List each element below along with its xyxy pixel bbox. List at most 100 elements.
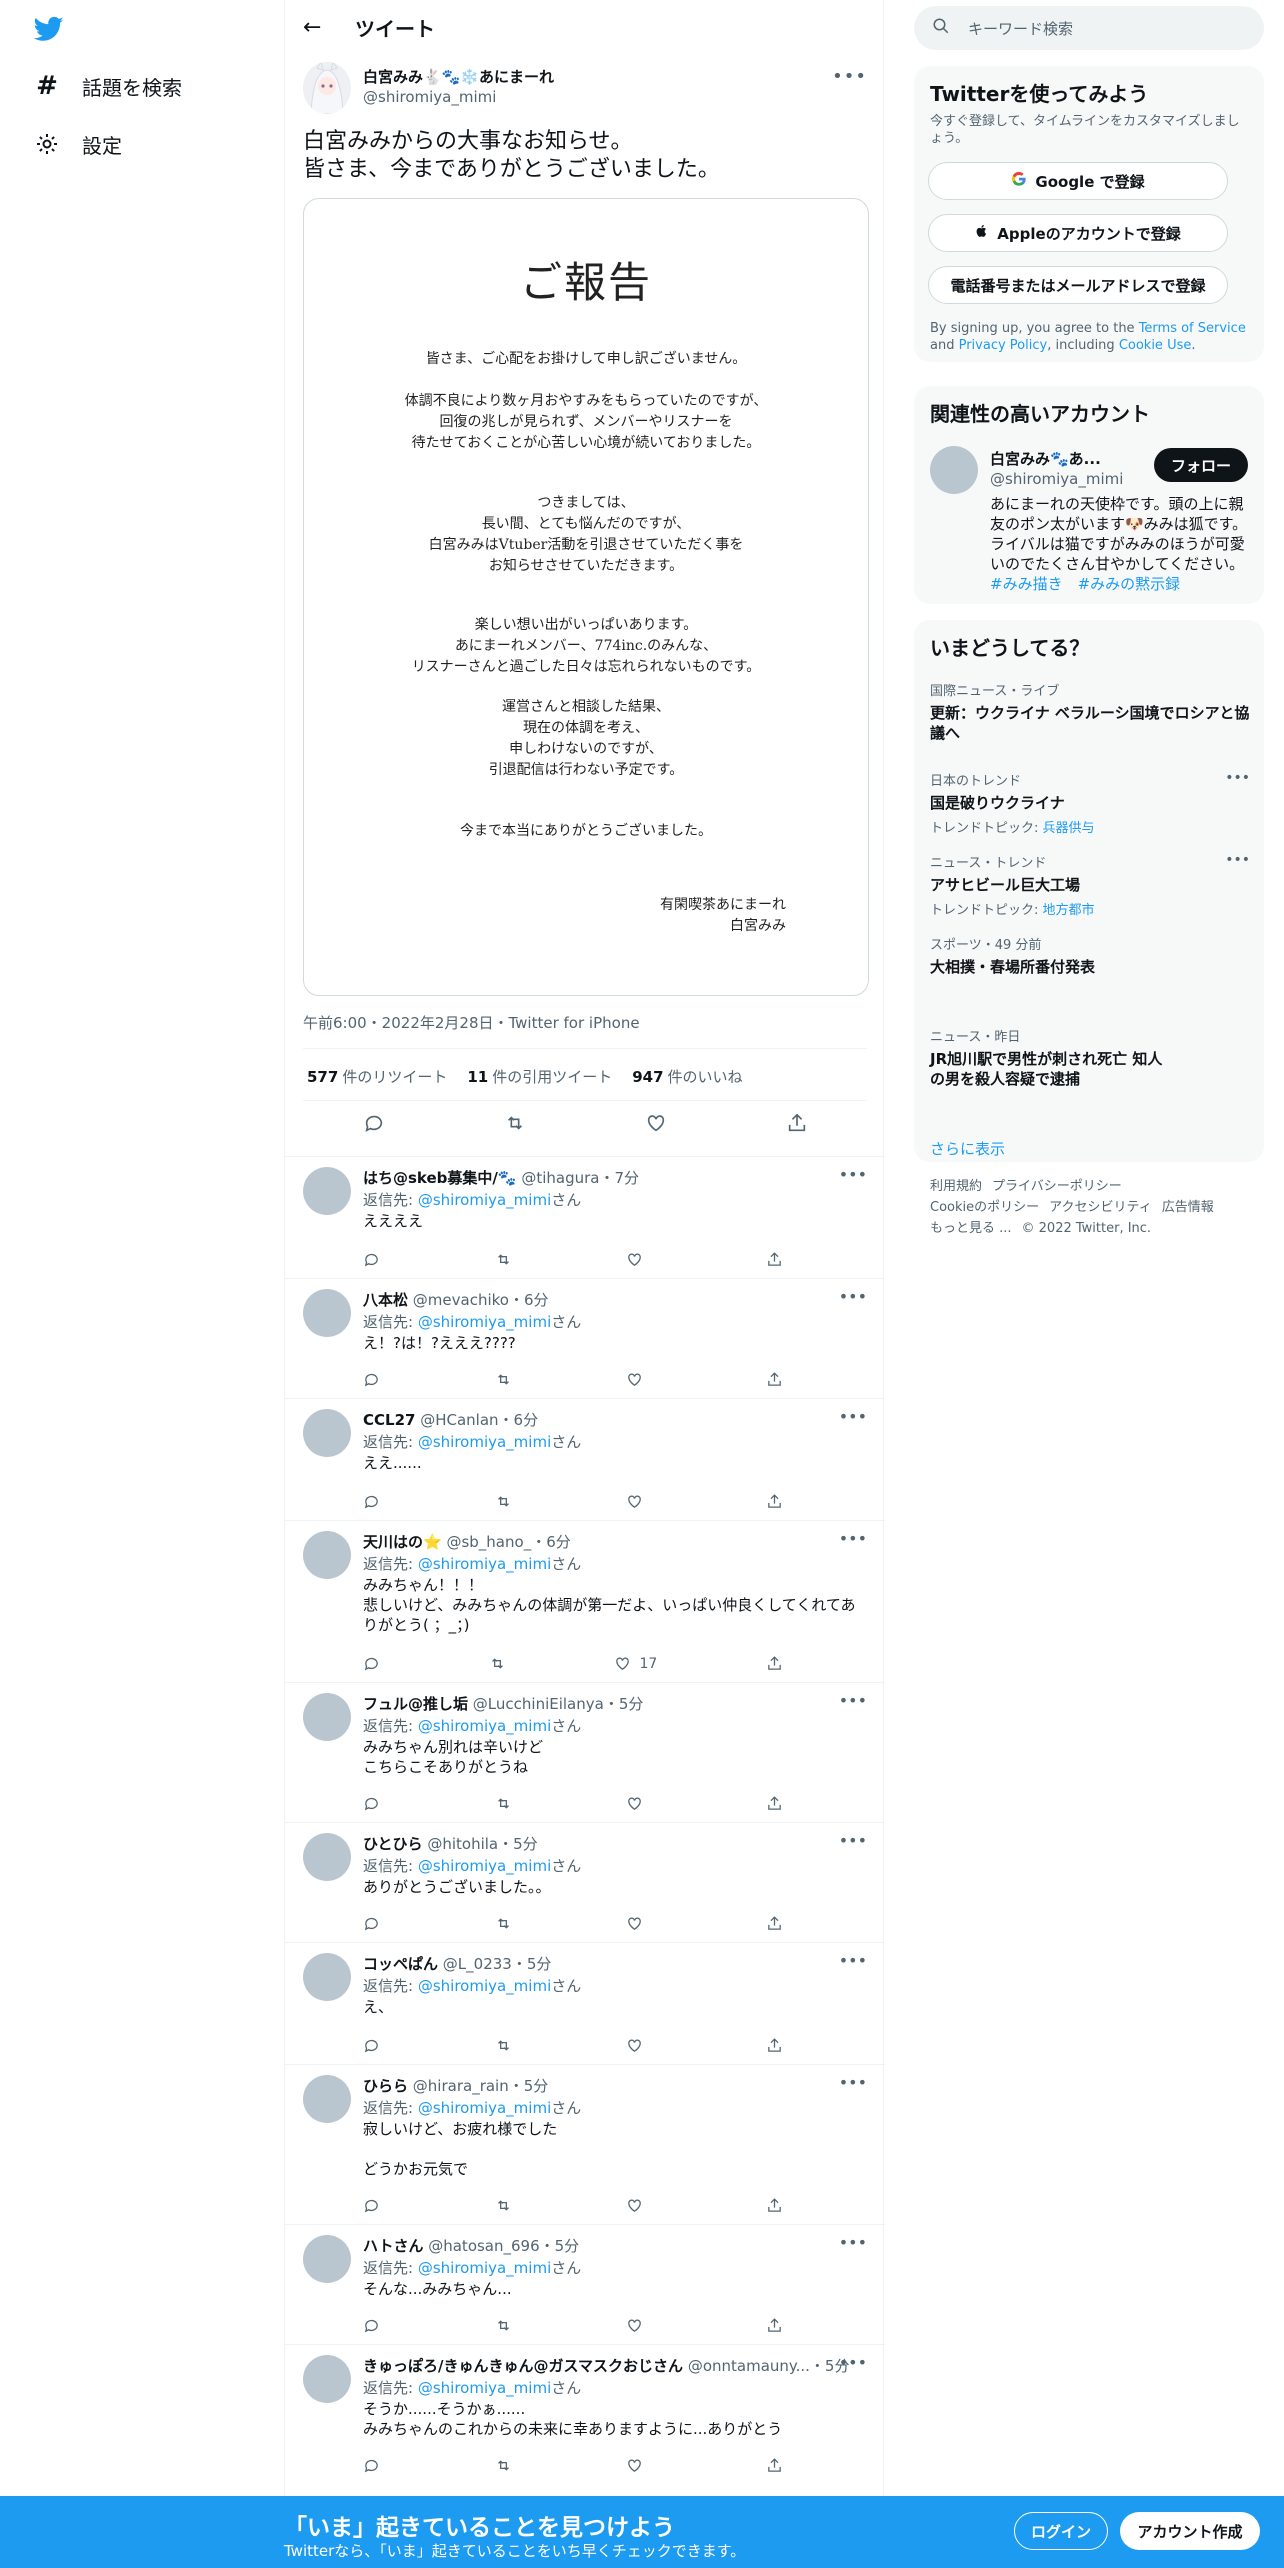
like-icon[interactable] [626, 1493, 651, 1510]
avatar[interactable] [930, 446, 978, 494]
like-icon[interactable]: 17 [614, 1655, 657, 1672]
footer-link[interactable]: 利用規約 [930, 1179, 982, 1194]
reply-tweet[interactable]: ひらら @hirara_rain・5分 ••• 返信先: @shiromiya_mi… [285, 2064, 885, 2224]
more-icon[interactable]: ••• [839, 2073, 867, 2092]
reply-author-name[interactable]: きゅっぽろ/きゅんきゅん@ガスマスクおじさん [363, 2357, 683, 2375]
more-icon[interactable]: ••• [839, 2353, 867, 2372]
share-icon[interactable] [766, 2317, 783, 2334]
reply-to-link[interactable]: @shiromiya_mimi [418, 2379, 551, 2397]
reply-icon[interactable] [363, 2197, 380, 2214]
reply-author-handle[interactable]: @hirara_rain・5分 [413, 2077, 548, 2095]
reply-icon[interactable] [363, 2037, 380, 2054]
more-icon[interactable]: ••• [1225, 770, 1250, 786]
reply-to-link[interactable]: @shiromiya_mimi [418, 2259, 551, 2277]
phone-email-signup-button[interactable]: 電話番号またはメールアドレスで登録 [928, 266, 1228, 304]
reply-to-link[interactable]: @shiromiya_mimi [418, 1717, 551, 1735]
reply-to-link[interactable]: @shiromiya_mimi [418, 2099, 551, 2117]
reply-tweet[interactable]: ハトさん @hatosan_696・5分 ••• 返信先: @shiromiya_m… [285, 2224, 885, 2344]
reply-author-handle[interactable]: @hatosan_696・5分 [428, 2237, 579, 2255]
trend-item[interactable]: 国際ニュース・ライブ 更新：ウクライナ ベラルーシ国境でロシアと協議へ [930, 680, 1250, 743]
reply-tweet[interactable]: コッペぱん @L_0233・5分 ••• 返信先: @shiromiya_mimiさ… [285, 1942, 885, 2064]
retweet-icon[interactable] [489, 1655, 506, 1672]
retweet-count[interactable]: 577 件のリツイート [307, 1066, 447, 1087]
like-icon[interactable] [626, 2197, 651, 2214]
share-icon[interactable] [786, 1112, 808, 1134]
avatar[interactable] [303, 1693, 351, 1741]
more-icon[interactable]: ••• [839, 1165, 867, 1184]
reply-to-link[interactable]: @shiromiya_mimi [418, 1977, 551, 1995]
avatar[interactable] [303, 2235, 351, 2283]
reply-icon[interactable] [363, 1371, 380, 1388]
reply-author-name[interactable]: フュル@推し垢 [363, 1695, 468, 1713]
reply-tweet[interactable]: きゅっぽろ/きゅんきゅん@ガスマスクおじさん @onntamauny...・5分… [285, 2344, 885, 2484]
reply-author-name[interactable]: はち@skeb募集中/🐾 [363, 1169, 517, 1187]
reply-author-handle[interactable]: @tihagura・7分 [521, 1169, 639, 1187]
back-arrow-icon[interactable]: ← [303, 15, 339, 40]
reply-tweet[interactable]: 八本松 @mevachiko・6分 ••• 返信先: @shiromiya_mimi… [285, 1278, 885, 1398]
reply-author-handle[interactable]: @L_0233・5分 [443, 1955, 552, 1973]
more-icon[interactable]: ••• [839, 1407, 867, 1426]
share-icon[interactable] [766, 1655, 783, 1672]
reply-tweet[interactable]: CCL27 @HCanlan・6分 ••• 返信先: @shiromiya_mimi… [285, 1398, 885, 1520]
reply-author-handle[interactable]: @mevachiko・6分 [413, 1291, 549, 1309]
avatar[interactable] [303, 2075, 351, 2123]
twitter-logo-icon[interactable] [32, 14, 66, 44]
avatar[interactable] [303, 1833, 351, 1881]
reply-author-name[interactable]: ひらら [363, 2077, 408, 2095]
reply-tweet[interactable]: 天川はの⭐ @sb_hano_・6分 ••• 返信先: @shiromiya_mim… [285, 1520, 885, 1682]
cookie-link[interactable]: Cookie Use [1119, 338, 1192, 353]
like-icon[interactable] [626, 1795, 651, 1812]
more-icon[interactable]: ••• [832, 66, 867, 87]
trend-item[interactable]: スポーツ・49 分前 大相撲・春場所番付発表 [930, 934, 1250, 977]
share-icon[interactable] [766, 1493, 783, 1510]
nav-explore[interactable]: # 話題を検索 [34, 64, 182, 108]
reply-icon[interactable] [363, 1915, 380, 1932]
share-icon[interactable] [766, 1915, 783, 1932]
avatar[interactable] [303, 2355, 351, 2403]
more-icon[interactable]: ••• [839, 1529, 867, 1548]
share-icon[interactable] [766, 2037, 783, 2054]
reply-icon[interactable] [363, 1251, 380, 1268]
retweet-icon[interactable] [504, 1112, 526, 1134]
like-icon[interactable] [626, 1915, 651, 1932]
footer-link[interactable]: Cookieのポリシー [930, 1200, 1039, 1215]
reply-icon[interactable] [363, 2457, 380, 2474]
reply-author-handle[interactable]: @sb_hano_・6分 [446, 1533, 570, 1551]
google-signup-button[interactable]: Google で登録 [928, 162, 1228, 200]
like-icon[interactable] [626, 1371, 651, 1388]
author-handle[interactable]: @shiromiya_mimi [363, 88, 496, 106]
share-icon[interactable] [766, 1795, 783, 1812]
more-icon[interactable]: ••• [839, 2233, 867, 2252]
trend-item[interactable]: 日本のトレンド 国是破りウクライナ トレンドトピック: 兵器供与 ••• [930, 770, 1250, 836]
avatar[interactable] [303, 1289, 351, 1337]
more-icon[interactable]: ••• [839, 1831, 867, 1850]
like-icon[interactable] [645, 1112, 667, 1134]
reply-author-handle[interactable]: @onntamauny...・5分 [688, 2357, 850, 2375]
like-icon[interactable] [626, 1251, 651, 1268]
footer-link[interactable]: アクセシビリティ [1049, 1200, 1152, 1215]
like-icon[interactable] [626, 2037, 651, 2054]
avatar[interactable] [303, 62, 351, 114]
share-icon[interactable] [766, 1251, 783, 1268]
nav-settings[interactable]: 設定 [34, 122, 122, 166]
related-hashtags[interactable]: #みみ描き #みみの黙示録 [990, 575, 1180, 593]
retweet-icon[interactable] [495, 2037, 512, 2054]
trend-item[interactable]: ニュース・昨日 JR旭川駅で男性が刺され死亡 知人 の男を殺人容疑で逮捕 [930, 1026, 1250, 1089]
retweet-icon[interactable] [495, 1915, 512, 1932]
reply-author-name[interactable]: 天川はの⭐ [363, 1533, 442, 1551]
reply-icon[interactable] [363, 1655, 380, 1672]
reply-to-link[interactable]: @shiromiya_mimi [418, 1857, 551, 1875]
like-icon[interactable] [626, 2457, 651, 2474]
share-icon[interactable] [766, 2457, 783, 2474]
quote-count[interactable]: 11 件の引用ツイート [467, 1066, 612, 1087]
apple-signup-button[interactable]: Appleのアカウントで登録 [928, 214, 1228, 252]
search-input[interactable]: キーワード検索 [914, 6, 1264, 50]
share-icon[interactable] [766, 1371, 783, 1388]
retweet-icon[interactable] [495, 2197, 512, 2214]
tweet-meta[interactable]: 午前6:00・2022年2月28日・Twitter for iPhone [303, 1012, 640, 1033]
more-icon[interactable]: ••• [839, 1287, 867, 1306]
retweet-icon[interactable] [495, 2457, 512, 2474]
more-icon[interactable]: ••• [839, 1951, 867, 1970]
avatar[interactable] [303, 1953, 351, 2001]
retweet-icon[interactable] [495, 1371, 512, 1388]
